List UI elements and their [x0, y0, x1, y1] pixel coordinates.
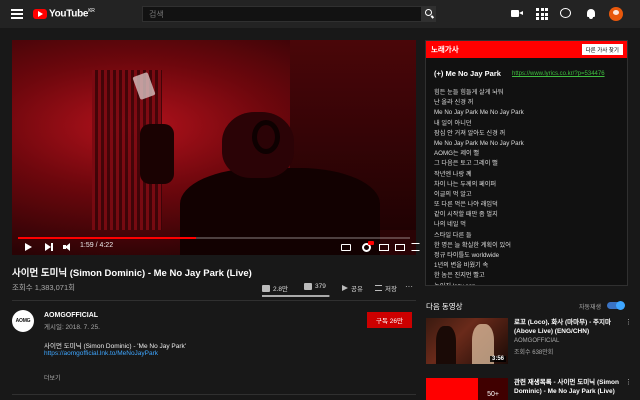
search-input[interactable] — [143, 9, 421, 19]
volume-icon[interactable] — [63, 242, 73, 252]
lyric-line: 힘든 눈들 힘들게 살게 놔둬 — [434, 89, 504, 96]
apps-icon[interactable] — [536, 8, 548, 20]
video-duration: 3:56 — [489, 356, 506, 362]
autoplay-label: 자동재생 — [579, 305, 602, 311]
hd-badge-icon — [368, 241, 374, 245]
share-icon — [342, 285, 348, 291]
notifications-bell-icon[interactable] — [585, 8, 597, 20]
lyric-line: 잠심 안 거져 알아도 신경 꺼 — [434, 129, 506, 137]
publish-date: 게시일: 2018. 7. 25. — [44, 324, 100, 331]
lyric-line: 정규 타이틀도 worldwide — [434, 252, 500, 259]
recommended-views: 조회수 638만회 — [514, 350, 554, 356]
search-icon — [425, 9, 432, 16]
lyric-line: 스타일 다른 들 — [434, 231, 472, 239]
theater-mode-icon[interactable] — [395, 244, 405, 251]
dislike-button[interactable]: 379 — [304, 283, 326, 290]
playlist-add-icon — [375, 285, 382, 291]
recommended-title[interactable]: 로꼬 (Loco), 화사 (마마무) - 주지마 (Above Live) (… — [514, 319, 626, 336]
view-count: 조회수 1,383,071회 — [12, 283, 76, 292]
video-title: 사이먼 도미닉 (Simon Dominic) - Me No Jay Park… — [12, 268, 252, 279]
find-other-lyrics-button[interactable]: 다른 가사 찾기 — [581, 44, 623, 55]
lyric-line: 난 올라 신경 꺼 — [434, 99, 474, 107]
lyric-line: 한 놈은 진지먼 빨고 — [434, 272, 485, 280]
lyrics-panel: 노래가사 다른 가사 찾기 (+) Me No Jay Park https:/… — [425, 40, 628, 286]
lyric-line: 놀이지 lazy son — [434, 282, 524, 285]
recommended-channel: AOMGOFFICIAL — [514, 338, 560, 344]
channel-avatar[interactable]: AOMG — [12, 310, 34, 332]
lyrics-header-title: 노래가사 — [431, 45, 459, 54]
recommended-thumbnail[interactable]: 3:56 — [426, 318, 508, 364]
thumb-down-icon — [304, 283, 312, 290]
messages-icon[interactable] — [560, 8, 572, 20]
description-line: 사이먼 도미닉 (Simon Dominic) - 'Me No Jay Par… — [44, 343, 187, 350]
lyric-line: 나의 네일 먹 — [434, 221, 466, 229]
up-next-title: 다음 동영상 — [426, 302, 463, 311]
logo-text: YouTubeKR — [49, 8, 95, 20]
video-player[interactable] — [12, 40, 416, 255]
lyrics-source-link[interactable]: https://www.lyrics.co.kr/?p=534476 — [512, 71, 605, 77]
time-display: 1:59 / 4:22 — [80, 242, 114, 249]
thumb-up-icon — [262, 284, 270, 292]
autoplay-toggle[interactable] — [607, 301, 625, 310]
share-button[interactable]: 공유 — [342, 283, 363, 293]
lyric-line: Me No Jay Park Me No Jay Park — [434, 109, 524, 117]
miniplayer-icon[interactable] — [379, 244, 389, 251]
youtube-logo[interactable]: YouTubeKR — [33, 8, 95, 19]
lyric-line: 내 일이 아니던 — [434, 119, 472, 127]
search-box — [142, 6, 422, 22]
channel-name[interactable]: AOMGOFFICIAL — [44, 312, 98, 319]
top-bar: YouTubeKR — [0, 0, 640, 28]
save-button[interactable]: 저장 — [375, 283, 397, 293]
next-icon[interactable] — [45, 242, 54, 252]
lyrics-lines: 힘든 눈들 힘들게 살게 놔둬난 올라 신경 꺼 Me No Jay Park M… — [434, 88, 524, 285]
more-actions-icon[interactable]: ⋮ — [625, 318, 632, 326]
player-controls: 1:59 / 4:22 — [12, 240, 420, 255]
lyric-line: 작년엔 나랑 꼐 — [434, 170, 472, 178]
lyric-line: Me No Jay Park Me No Jay Park — [434, 139, 524, 147]
subscribe-button[interactable]: 구독 26만 — [367, 312, 412, 328]
lyric-line: 한 명은 늘 확실한 계획이 있어 — [434, 241, 511, 249]
play-icon[interactable] — [25, 242, 33, 252]
show-more-link[interactable]: 더보기 — [44, 373, 61, 382]
lyric-line: 차이 나는 두께의 페이퍼 — [434, 180, 497, 188]
more-actions-icon[interactable]: ⋮ — [625, 378, 632, 386]
youtube-play-icon — [33, 8, 47, 19]
account-avatar[interactable] — [609, 7, 623, 21]
lyric-line: 또 다른 먹은 나야 래임덕 — [434, 201, 498, 209]
lyric-line: 1년의 변을 비웠기 속 — [434, 262, 489, 270]
lyrics-header: 노래가사 다른 가사 찾기 — [426, 41, 627, 58]
playlist-thumbnail[interactable]: 50+ — [426, 378, 508, 400]
playlist-title[interactable]: 관련 재생목록 - 사이먼 도미닉 (Simon Dominic) - Me N… — [514, 379, 626, 396]
menu-icon[interactable] — [11, 9, 23, 19]
progress-bar[interactable] — [18, 237, 410, 239]
like-ratio-bar — [262, 295, 330, 297]
description-link[interactable]: https://aomgofficial.lnk.to/MeNoJayPark — [44, 350, 158, 357]
playlist-count: 50+ — [478, 378, 508, 400]
create-video-icon[interactable] — [511, 8, 523, 20]
lyrics-song-title: (+) Me No Jay Park — [434, 69, 501, 78]
lyric-line: AOMG는 제이 뻘 — [434, 150, 480, 158]
lyric-line: 이글의 먹 알고 — [434, 190, 472, 198]
fullscreen-icon[interactable] — [411, 243, 420, 251]
subtitles-icon[interactable] — [341, 244, 351, 251]
more-actions-icon[interactable]: ··· — [405, 282, 413, 291]
lyric-line: 그 다음은 토고 그레이 뻘 — [434, 160, 498, 168]
like-button[interactable]: 2.8만 — [262, 283, 288, 293]
search-button[interactable] — [422, 6, 436, 22]
progress-fill — [18, 237, 197, 239]
lyric-line: 같이 시작할 때만 좀 벌지 — [434, 211, 498, 219]
